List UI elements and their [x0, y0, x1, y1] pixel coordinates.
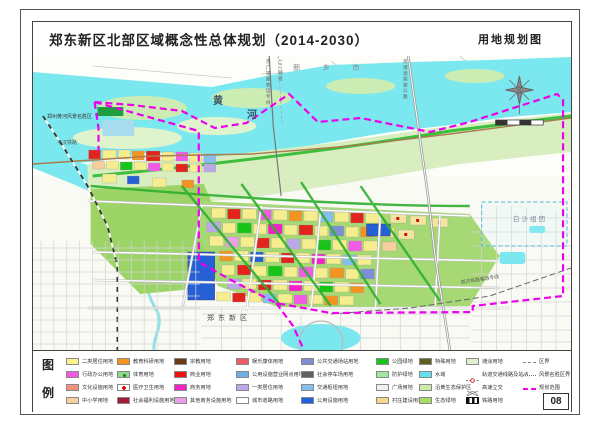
title-bar: 郑东新区北部区域概念性总体规划（2014-2030） 用地规划图	[33, 22, 571, 57]
label-107-road: 107辅道	[276, 59, 281, 82]
legend-swatch	[236, 384, 249, 391]
legend-item: 行政办公用地	[66, 369, 113, 380]
legend-item: 风景名胜区界	[523, 369, 570, 380]
label-baisha-cluster: 白沙组团	[513, 217, 547, 224]
legend-swatch	[301, 397, 314, 404]
label-zhengdong-new-district: 郑东新区	[207, 315, 251, 322]
legend-item: 交通枢纽用地	[301, 382, 359, 393]
legend-swatch	[419, 371, 432, 378]
legend-item: 公用设施用地	[301, 395, 359, 406]
legend-swatch	[376, 397, 389, 404]
legend-swatch	[66, 371, 79, 378]
legend-item: 公共交通场站用地	[301, 356, 359, 367]
legend-swatch	[174, 358, 187, 365]
legend-swatch	[174, 371, 187, 378]
legend-swatch	[466, 358, 479, 365]
legend-item: 村庄建设用地	[376, 395, 423, 406]
scenic-boundary-symbol	[523, 375, 536, 376]
legend-item: 广场用地	[376, 382, 423, 393]
legend-item: 社会停车场用地	[301, 369, 359, 380]
district-boundary-symbol	[523, 362, 536, 363]
planning-map-page: 郑东新区北部区域概念性总体规划（2014-2030） 用地规划图	[0, 0, 600, 423]
legend-item: 公园绿地	[376, 356, 423, 367]
legend-item: 文化设施用地	[66, 382, 113, 393]
legend-item: 其他商务设施用地	[174, 395, 232, 406]
map-drawing	[33, 56, 571, 350]
legend-item: 滩涂用地	[466, 356, 529, 367]
label-jinggangao-expressway: 京港澳高速公路	[401, 59, 406, 100]
legend-swatch-sports	[117, 371, 130, 378]
legend-swatch-medical-cross	[117, 384, 130, 391]
legend-column-1: 二类居住用地 行政办公用地 文化设施用地 中小学用地	[66, 356, 113, 406]
legend-item: 娱乐康体用地	[236, 356, 304, 367]
legend-item: 二类居住用地	[66, 356, 113, 367]
legend-column-3: 宗教用地 商业用地 商务用地 其他商务设施用地	[174, 356, 232, 406]
legend-column-6: 公园绿地 防护绿地 广场用地 村庄建设用地	[376, 356, 423, 406]
legend-swatch	[174, 397, 187, 404]
metro-line-symbol	[466, 371, 479, 378]
legend-item: 社会福利设施用地	[117, 395, 175, 406]
legend-item: 防护绿地	[376, 369, 423, 380]
legend-swatch	[301, 384, 314, 391]
legend-item: 商业用地	[174, 369, 232, 380]
legend-item: 水域	[419, 369, 471, 380]
legend-column-4: 娱乐康体用地 公用设施营业网点用地 一类居住用地 城市道路用地	[236, 356, 304, 406]
legend-column-5: 公共交通场站用地 社会停车场用地 交通枢纽用地 公用设施用地	[301, 356, 359, 406]
legend-item: 中小学用地	[66, 395, 113, 406]
label-scenic-area: 郑州黄河风景名胜区	[47, 115, 92, 120]
legend-item: 教育科研用地	[117, 356, 175, 367]
legend-item: 轨道交通线路及站点	[466, 369, 529, 380]
legend-box: 图 例 二类居住用地 行政办公用地 文化设施用地 中小学用地 教育科研用地 体育…	[33, 350, 571, 412]
legend-item: 公用设施营业网点用地	[236, 369, 304, 380]
legend-swatch	[301, 371, 314, 378]
legend-item: 生态绿地	[419, 395, 471, 406]
legend-item: 沿黄生态保护区	[419, 382, 471, 393]
legend-item: 宗教用地	[174, 356, 232, 367]
label-jingguang-hsr: 京广铁路客运专线	[264, 59, 269, 105]
legend-column-2: 教育科研用地 体育用地 医疗卫生用地 社会福利设施用地	[117, 356, 175, 406]
legend-item: 规划范围	[523, 382, 570, 393]
legend-swatch	[66, 397, 79, 404]
inner-border-frame: 郑东新区北部区域概念性总体规划（2014-2030） 用地规划图	[32, 21, 572, 412]
legend-swatch	[117, 397, 130, 404]
legend-column-8: 滩涂用地 轨道交通线路及站点 高速立交 铁路用地	[466, 356, 529, 406]
page-number: 08	[543, 393, 569, 410]
legend-swatch	[236, 371, 249, 378]
label-yellow-river-huang: 黄	[213, 97, 223, 107]
page-title: 郑东新区北部区域概念性总体规划（2014-2030）	[49, 29, 369, 49]
legend-swatch	[236, 358, 249, 365]
map-canvas: 新 乡 市 黄 河 郑州黄河风景名胜区 平汉铁路 郑东新区 白沙组团 郑济铁路客…	[33, 56, 571, 350]
legend-swatch	[236, 397, 249, 404]
legend-swatch	[66, 384, 79, 391]
railway-symbol	[466, 397, 479, 404]
legend-swatch	[117, 358, 130, 365]
legend-swatch	[174, 384, 187, 391]
legend-item: 商务用地	[174, 382, 232, 393]
legend-swatch	[419, 397, 432, 404]
planning-scope-symbol	[523, 388, 536, 390]
legend-swatch	[419, 384, 432, 391]
map-type-label: 用地规划图	[478, 31, 543, 47]
legend-swatch	[376, 371, 389, 378]
label-pinghan-railway: 平汉铁路	[57, 141, 77, 146]
legend-item: 高速立交	[466, 382, 529, 393]
legend-column-9: 区界 风景名胜区界 规划范围	[523, 356, 570, 393]
legend-item: 区界	[523, 356, 570, 367]
legend-item: 体育用地	[117, 369, 175, 380]
legend-title: 图 例	[42, 356, 58, 401]
interchange-symbol	[466, 384, 479, 391]
label-yellow-river-he: 河	[247, 111, 257, 121]
legend-item: 医疗卫生用地	[117, 382, 175, 393]
legend-item: 特殊用地	[419, 356, 471, 367]
label-xinxiang-city: 新 乡 市	[293, 64, 370, 72]
legend-swatch	[66, 358, 79, 365]
legend-swatch	[376, 358, 389, 365]
legend-item: 一类居住用地	[236, 382, 304, 393]
legend-swatch	[376, 384, 389, 391]
legend-swatch	[301, 358, 314, 365]
legend-column-7: 特殊用地 水域 沿黄生态保护区 生态绿地	[419, 356, 471, 406]
legend-swatch	[419, 358, 432, 365]
legend-item: 城市道路用地	[236, 395, 304, 406]
legend-item: 铁路用地	[466, 395, 529, 406]
